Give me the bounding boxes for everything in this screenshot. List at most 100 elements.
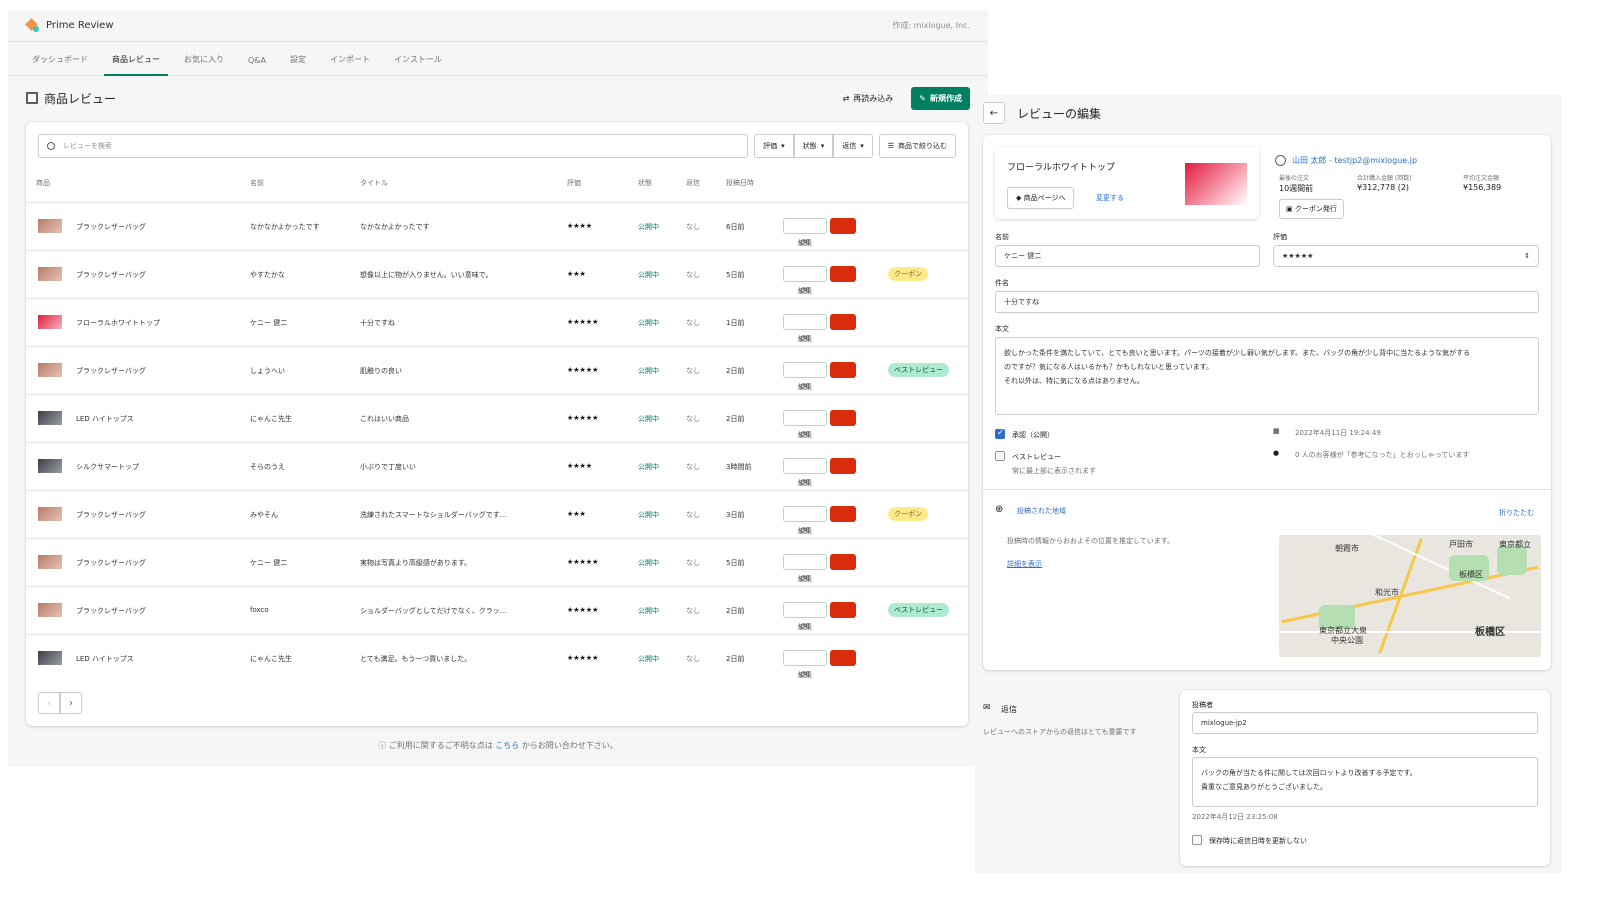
status-cell: 公開中 — [638, 319, 659, 327]
date-cell: 2日前 — [726, 367, 745, 375]
subject-field[interactable]: 十分ですね — [995, 291, 1539, 313]
delete-button[interactable]: 🗑 — [830, 362, 856, 390]
change-product-link[interactable]: 変更する — [1096, 193, 1124, 203]
name-field[interactable]: ケニー 健二 — [995, 245, 1260, 267]
reload-button[interactable]: ⇄ 再読み込み — [843, 93, 894, 104]
name-cell: なかなかよかったです — [250, 223, 320, 231]
reply-body-textarea[interactable]: バックの角が当たる件に関しては次回ロットより改善する予定です。 貴重なご意見あり… — [1192, 757, 1538, 807]
product-cell[interactable]: シルクサマートップ — [76, 462, 139, 472]
table-row[interactable]: ブラックレザーバッグ しょうへい 肌触りの良い ★★★★★ 公開中 なし 2日前 ✎ 編集 🗑 ベス… — [26, 346, 968, 394]
table-row[interactable]: ブラックレザーバッグ なかなかよかったです なかなかよかったです ★★★★ 公開中 なし 6… — [26, 202, 968, 250]
name-cell: やすたかな — [250, 271, 285, 279]
delete-button[interactable]: 🗑 — [830, 554, 856, 582]
edit-button[interactable]: ✎ 編集 — [783, 314, 827, 343]
product-cell[interactable]: ブラックレザーバッグ — [76, 366, 146, 376]
table-row[interactable]: ブラックレザーバッグ foxco ショルダーバッグとしてだけでなく、クラッ... ★★… — [26, 586, 968, 634]
delete-button[interactable]: 🗑 — [830, 506, 856, 534]
status-badge: クーポン — [888, 267, 928, 281]
edit-review-panel: ← レビューの編集 フローラルホワイトトップ ◆ 商品ページへ 変更する 山田 … — [975, 95, 1562, 873]
edit-button[interactable]: ✎ 編集 — [783, 506, 827, 535]
contact-link[interactable]: こちら — [495, 741, 519, 750]
delete-button[interactable]: 🗑 — [830, 458, 856, 486]
trash-icon: 🗑 — [837, 573, 849, 582]
product-thumbnail — [38, 603, 62, 617]
edit-button[interactable]: ✎ 編集 — [783, 218, 827, 247]
rating-cell: ★★★★★ — [567, 366, 599, 374]
tab-install[interactable]: インストール — [386, 54, 450, 75]
product-cell[interactable]: ブラックレザーバッグ — [76, 510, 146, 520]
delete-button[interactable]: 🗑 — [830, 410, 856, 438]
status-filter-button[interactable]: 状態 ▾ — [793, 134, 834, 158]
table-row[interactable]: シルクサマートップ そらのうえ 小ぶりで丁度いい ★★★★ 公開中 なし 3時間前 ✎ 編集 🗑 — [26, 442, 968, 490]
product-page-button[interactable]: ◆ 商品ページへ — [1007, 187, 1075, 209]
rating-label: 評価 — [1273, 233, 1287, 241]
rating-filter-button[interactable]: 評価 ▾ — [754, 134, 794, 158]
product-thumbnail — [38, 555, 62, 569]
edit-label: 編集 — [798, 575, 812, 583]
edit-button[interactable]: ✎ 編集 — [783, 650, 827, 679]
product-cell[interactable]: ブラックレザーバッグ — [76, 222, 146, 232]
body-line: 欲しかった条件を満たしていて、とても良いと思います。パーツの接着が少し弱い気がし… — [1004, 349, 1471, 357]
tab-favorites[interactable]: お気に入り — [176, 54, 232, 75]
table-row[interactable]: ブラックレザーバッグ ケニー 健二 実物は写真より高級感があります。 ★★★★★ 公開中… — [26, 538, 968, 586]
edit-button[interactable]: ✎ 編集 — [783, 266, 827, 295]
edit-button[interactable]: ✎ 編集 — [783, 410, 827, 439]
region-map[interactable]: 朝霞市 戸田市 東京都立 板橋区 和光市 板橋区 東京都立大泉 中央公園 — [1279, 535, 1541, 657]
trash-icon: 🗑 — [837, 669, 849, 678]
table-row[interactable]: LED ハイトップス にゃんこ先生 これはいい商品 ★★★★★ 公開中 なし 2日前 ✎ 編集 🗑 — [26, 394, 968, 442]
tab-dashboard[interactable]: ダッシュボード — [24, 54, 96, 75]
tab-import[interactable]: インポート — [322, 54, 378, 75]
refresh-icon: ⇄ — [842, 93, 850, 103]
name-cell: しょうへい — [250, 367, 285, 375]
body-textarea[interactable]: 欲しかった条件を満たしていて、とても良いと思います。パーツの接着が少し弱い気がし… — [995, 337, 1539, 415]
rating-value: ★★★★★ — [1282, 252, 1314, 260]
product-cell[interactable]: フローラルホワイトトップ — [76, 318, 160, 328]
tab-qa[interactable]: Q&A — [240, 56, 274, 75]
product-thumbnail — [38, 219, 62, 233]
prev-page-button[interactable]: ‹ — [38, 692, 60, 714]
delete-button[interactable]: 🗑 — [830, 266, 856, 294]
title-cell: 肌触りの良い — [360, 367, 402, 375]
product-cell[interactable]: ブラックレザーバッグ — [76, 558, 146, 568]
search-input[interactable]: レビューを検索 — [38, 134, 749, 158]
product-cell[interactable]: ブラックレザーバッグ — [76, 606, 146, 616]
product-cell[interactable]: ブラックレザーバッグ — [76, 270, 146, 280]
edit-button[interactable]: ✎ 編集 — [783, 602, 827, 631]
best-review-checkbox[interactable] — [995, 451, 1005, 461]
reply-author-field[interactable]: mixlogue-jp2 — [1192, 712, 1538, 734]
approve-checkbox[interactable] — [995, 428, 1005, 439]
edit-title: レビューの編集 — [1017, 106, 1102, 121]
status-cell: 公開中 — [638, 559, 659, 567]
reply-filter-button[interactable]: 返信 ▾ — [833, 134, 873, 158]
customer-link[interactable]: 山田 太郎 - testjp2@mixlogue.jp — [1275, 155, 1417, 166]
delete-button[interactable]: 🗑 — [830, 314, 856, 342]
pagination: ‹ › — [38, 692, 82, 714]
product-cell[interactable]: LED ハイトップス — [76, 414, 134, 424]
reply-cell: なし — [686, 415, 700, 423]
keep-date-checkbox[interactable] — [1192, 835, 1202, 845]
delete-button[interactable]: 🗑 — [830, 650, 856, 678]
coupon-button[interactable]: ▣ クーポン発行 — [1279, 199, 1344, 219]
delete-button[interactable]: 🗑 — [830, 602, 856, 630]
table-row[interactable]: ブラックレザーバッグ みやそん 洗練されたスマートなショルダーバッグです... ★★★… — [26, 490, 968, 538]
edit-button[interactable]: ✎ 編集 — [783, 554, 827, 583]
back-button[interactable]: ← — [983, 102, 1005, 124]
table-row[interactable]: LED ハイトップス にゃんこ先生 とても満足。もう一つ買いました。 ★★★★★ 公開中… — [26, 634, 968, 682]
product-cell[interactable]: LED ハイトップス — [76, 654, 134, 664]
tab-settings[interactable]: 設定 — [282, 54, 314, 75]
delete-button[interactable]: 🗑 — [830, 218, 856, 246]
product-filter-button[interactable]: ☰ 商品で絞り込む — [878, 134, 956, 158]
edit-button[interactable]: ✎ 編集 — [783, 362, 827, 391]
table-row[interactable]: ブラックレザーバッグ やすたかな 想像以上に物が入りません。いい意味で。 ★★★ 公開中… — [26, 250, 968, 298]
rating-select[interactable]: ★★★★★ ⇕ — [1273, 245, 1539, 267]
table-row[interactable]: フローラルホワイトトップ ケニー 健二 十分ですね ★★★★★ 公開中 なし 1日前 ✎ 編集 🗑 — [26, 298, 968, 346]
col-title: タイトル — [360, 179, 388, 187]
status-cell: 公開中 — [638, 271, 659, 279]
new-review-button[interactable]: ✎ 新規作成 — [911, 86, 970, 110]
collapse-link[interactable]: 折りたたむ — [1499, 508, 1534, 518]
edit-button[interactable]: ✎ 編集 — [783, 458, 827, 487]
tab-product-reviews[interactable]: 商品レビュー — [104, 54, 168, 76]
next-page-button[interactable]: › — [60, 692, 82, 714]
region-detail-link[interactable]: 詳細を表示 — [1007, 559, 1042, 569]
tag-icon: ◆ — [1016, 194, 1024, 202]
